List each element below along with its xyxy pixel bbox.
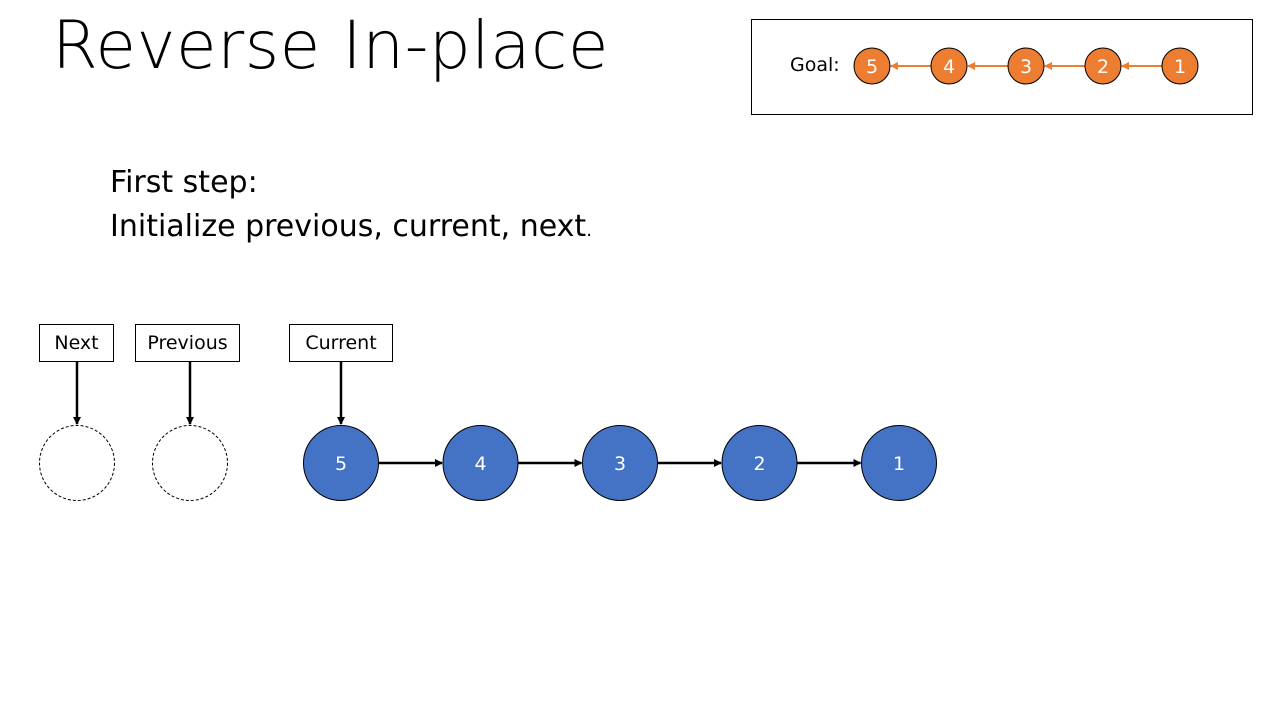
previous-null-node: [152, 425, 228, 501]
list-node-value: 4: [474, 453, 486, 475]
goal-node-value: 3: [1020, 56, 1032, 78]
goal-list: 5 4 3 2 1: [853, 47, 1199, 85]
list-node-value: 1: [893, 453, 905, 475]
goal-node-value: 5: [866, 56, 878, 78]
goal-node-value: 1: [1174, 56, 1186, 78]
list-node-value: 5: [335, 453, 347, 475]
next-null-node: [39, 425, 115, 501]
list-node-value: 3: [614, 453, 626, 475]
linked-list: 5 4 3 2 1: [303, 425, 937, 501]
goal-node-value: 4: [943, 56, 955, 78]
linked-list-diagram: 5 4 3 2 1 5 4 3 2 1: [39, 47, 1199, 501]
goal-node-value: 2: [1097, 56, 1109, 78]
list-node-value: 2: [753, 453, 765, 475]
